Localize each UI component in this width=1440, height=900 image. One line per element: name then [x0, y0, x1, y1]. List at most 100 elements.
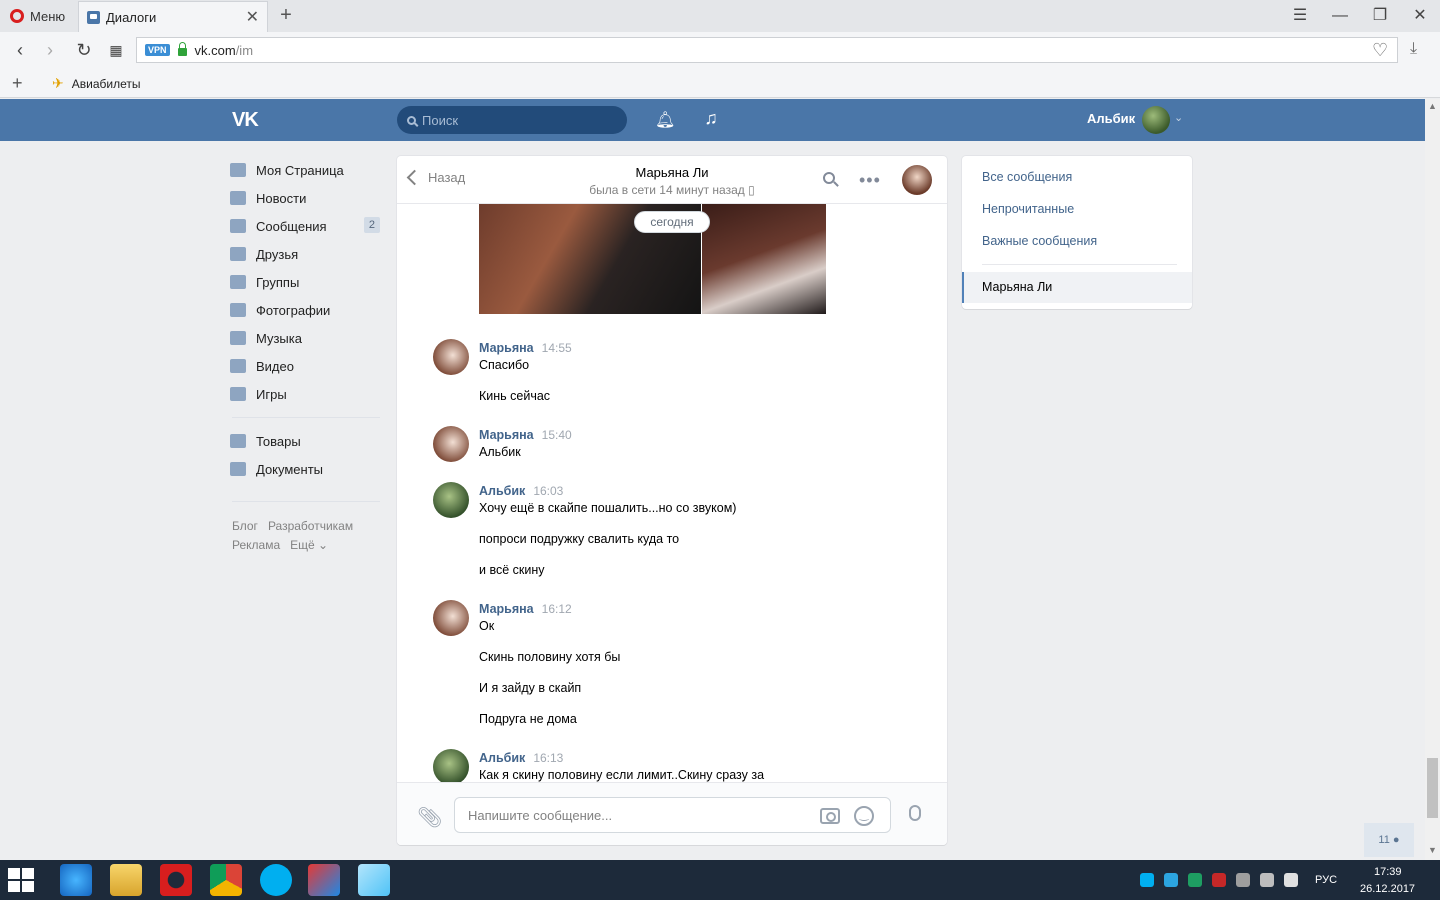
avatar[interactable]: [1142, 106, 1170, 134]
new-tab-button[interactable]: +: [276, 4, 296, 26]
message-avatar[interactable]: [433, 482, 469, 518]
volume-icon[interactable]: [1284, 873, 1298, 887]
chat-search-button[interactable]: [823, 172, 839, 188]
sidebar-item-my-page[interactable]: Моя Страница: [230, 159, 380, 181]
tray-app-icon[interactable]: [1236, 873, 1250, 887]
scroll-down-arrow-icon[interactable]: ▼: [1427, 845, 1438, 855]
forward-arrow-icon[interactable]: ›: [38, 38, 62, 62]
message-author[interactable]: Марьяна 15:40: [479, 428, 572, 442]
sidebar-divider: [232, 501, 380, 502]
music-note-icon[interactable]: ♫: [702, 108, 720, 130]
message-text: И я зайду в скайп: [479, 681, 582, 695]
skype-tray-icon[interactable]: [1140, 873, 1154, 887]
clock-date[interactable]: 26.12.2017: [1360, 883, 1415, 895]
message-author[interactable]: Альбик 16:03: [479, 484, 563, 498]
tab-close-icon[interactable]: ✕: [246, 7, 259, 27]
chrome-icon[interactable]: [210, 864, 242, 896]
skype-icon[interactable]: [260, 864, 292, 896]
close-window-button[interactable]: ✕: [1400, 0, 1440, 32]
minimize-button[interactable]: —: [1320, 0, 1360, 32]
sidebar-item-video[interactable]: Видео: [230, 355, 380, 377]
tab-menu-icon[interactable]: ☰: [1280, 0, 1320, 32]
clock-time[interactable]: 17:39: [1374, 866, 1402, 878]
tab-title: Диалоги: [106, 9, 157, 25]
sidebar-item-documents[interactable]: Документы: [230, 458, 380, 480]
sidebar-item-games[interactable]: Игры: [230, 383, 380, 405]
page-scrollbar[interactable]: [1425, 99, 1440, 860]
chat-panel: Назад Марьяна Ли была в сети 14 минут на…: [397, 156, 947, 845]
search-icon: [407, 115, 416, 125]
active-dialog-item[interactable]: Марьяна Ли: [962, 272, 1192, 303]
windows-start-icon[interactable]: [8, 868, 34, 892]
heart-icon[interactable]: ♡: [1372, 40, 1388, 61]
message-avatar[interactable]: [433, 339, 469, 375]
message-avatar[interactable]: [433, 426, 469, 462]
sidebar-item-label: Группы: [256, 274, 300, 290]
network-icon[interactable]: [1260, 873, 1274, 887]
filter-all-messages[interactable]: Все сообщения: [982, 170, 1072, 184]
url-field[interactable]: VPN vk.com/im: [136, 37, 1398, 63]
paperclip-icon[interactable]: 📎︎: [417, 805, 442, 829]
message-author[interactable]: Марьяна 14:55: [479, 341, 572, 355]
message-avatar[interactable]: [433, 600, 469, 636]
online-friends-counter[interactable]: 11 ●: [1364, 823, 1414, 857]
sidebar-item-label: Сообщения: [256, 218, 327, 234]
footer-link-more[interactable]: Ещё ⌄: [290, 538, 328, 552]
file-explorer-icon[interactable]: [110, 864, 142, 896]
filter-unread[interactable]: Непрочитанные: [982, 202, 1074, 216]
microphone-icon[interactable]: [909, 805, 921, 821]
sidebar-item-label: Документы: [256, 461, 324, 477]
language-indicator[interactable]: РУС: [1315, 874, 1337, 886]
message-author[interactable]: Альбик 16:13: [479, 751, 563, 765]
footer-link-blog[interactable]: Блог: [232, 519, 258, 533]
scroll-up-arrow-icon[interactable]: ▲: [1427, 101, 1438, 111]
opera-menu-button[interactable]: Меню: [0, 0, 76, 32]
message-text: Ок: [479, 619, 495, 633]
add-bookmark-icon[interactable]: +: [12, 73, 23, 94]
search-box[interactable]: Поиск: [397, 106, 627, 134]
app-icon[interactable]: [308, 864, 340, 896]
message-text: Кинь сейчас: [479, 389, 551, 403]
telegram-tray-icon[interactable]: [1164, 873, 1178, 887]
footer-link-ads[interactable]: Реклама: [232, 538, 280, 552]
bell-icon[interactable]: 🔔︎: [655, 110, 675, 130]
message-text: Как я скину половину если лимит..Скину с…: [479, 768, 765, 782]
speed-dial-icon[interactable]: ▦: [104, 38, 128, 62]
vpn-badge[interactable]: VPN: [145, 44, 170, 56]
sidebar-item-label: Товары: [256, 433, 301, 449]
internet-explorer-icon[interactable]: [60, 864, 92, 896]
opera-taskbar-icon[interactable]: [160, 864, 192, 896]
camera-icon[interactable]: [820, 808, 840, 824]
browser-tab[interactable]: Диалоги ✕: [78, 1, 268, 32]
emoji-icon[interactable]: ‿: [854, 806, 874, 826]
message-author[interactable]: Марьяна 16:12: [479, 602, 572, 616]
bookmark-aviatickets[interactable]: ✈ Авиабилеты: [52, 75, 140, 92]
sidebar-item-messages[interactable]: Сообщения 2: [230, 215, 380, 237]
scrollbar-thumb[interactable]: [1427, 758, 1438, 818]
sidebar-item-photos[interactable]: Фотографии: [230, 299, 380, 321]
message-avatar[interactable]: [433, 749, 469, 785]
back-arrow-icon[interactable]: ‹: [8, 38, 32, 62]
shield-tray-icon[interactable]: [1212, 873, 1226, 887]
sidebar-item-goods[interactable]: Товары: [230, 430, 380, 452]
chevron-down-icon[interactable]: ⌄: [1174, 111, 1183, 124]
user-name[interactable]: Альбик: [1087, 111, 1135, 126]
sync-tray-icon[interactable]: [1188, 873, 1202, 887]
sidebar-item-groups[interactable]: Группы: [230, 271, 380, 293]
restore-button[interactable]: ❐: [1360, 0, 1400, 32]
attached-photo[interactable]: [702, 204, 826, 314]
footer-link-developers[interactable]: Разработчикам: [268, 519, 353, 533]
sidebar-item-music[interactable]: Музыка: [230, 327, 380, 349]
more-icon[interactable]: •••: [859, 170, 881, 191]
reload-icon[interactable]: ↻: [72, 38, 96, 62]
sidebar-item-friends[interactable]: Друзья: [230, 243, 380, 265]
filter-important[interactable]: Важные сообщения: [982, 234, 1097, 248]
sidebar-item-label: Видео: [256, 358, 294, 374]
sidebar-item-news[interactable]: Новости: [230, 187, 380, 209]
lock-icon[interactable]: [177, 42, 187, 56]
peer-avatar[interactable]: [902, 165, 932, 195]
vk-logo[interactable]: VK: [232, 109, 266, 131]
peer-status-text: была в сети 14 минут назад: [589, 183, 745, 197]
download-icon[interactable]: ⤓: [1410, 40, 1417, 58]
notepad-icon[interactable]: [358, 864, 390, 896]
